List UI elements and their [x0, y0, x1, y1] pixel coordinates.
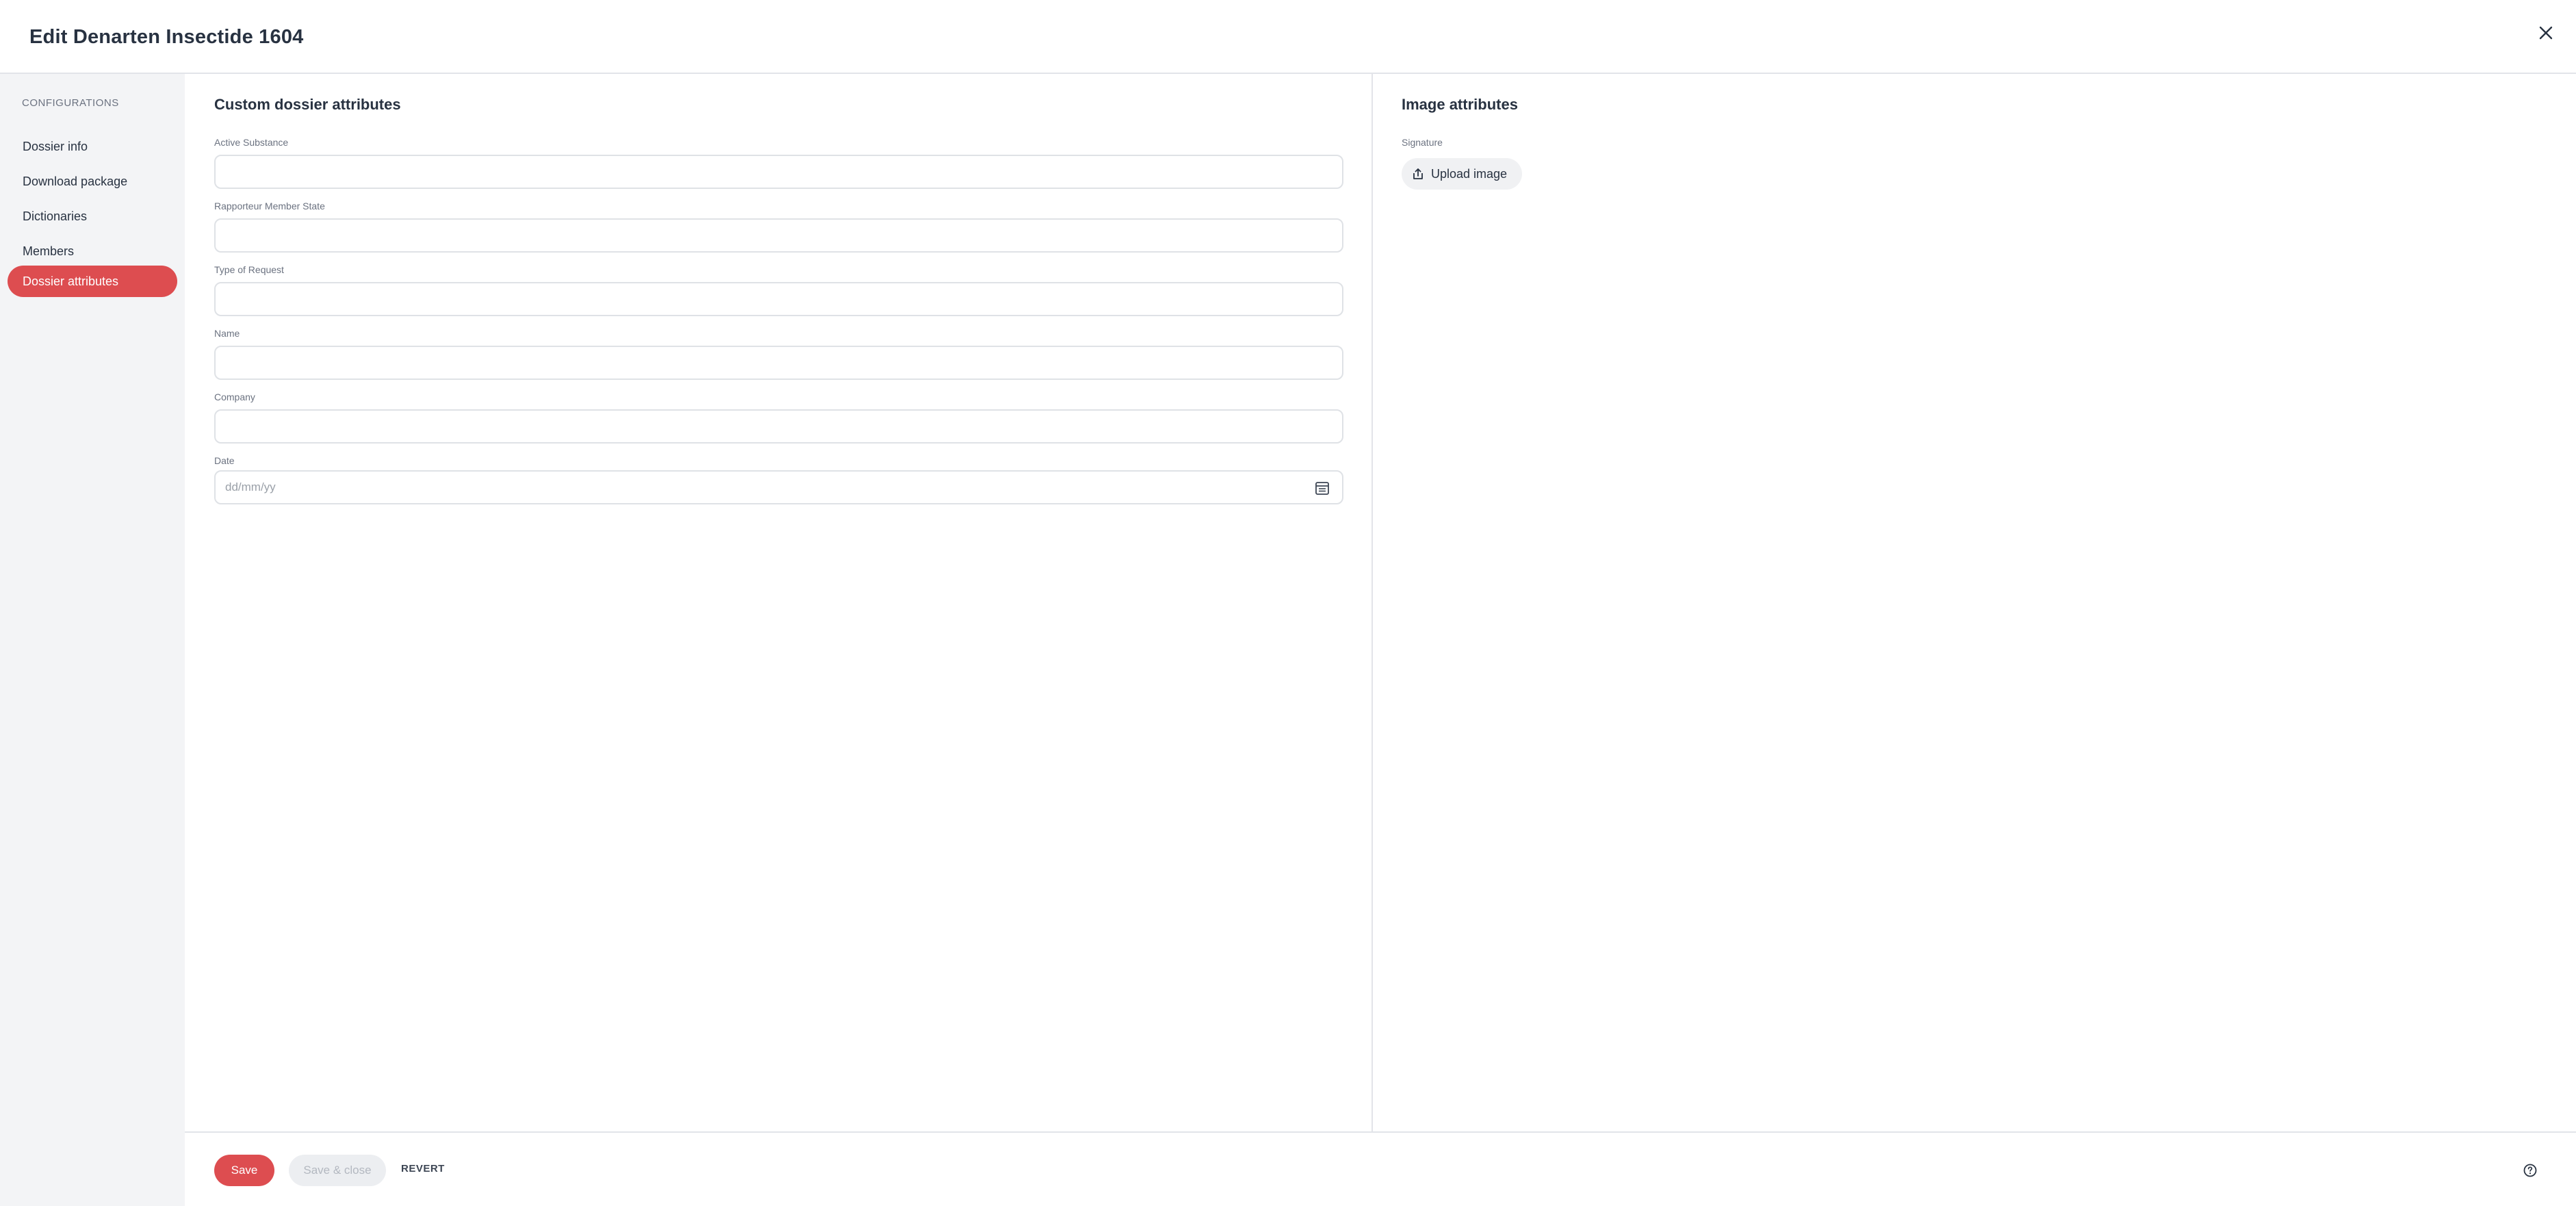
name-input[interactable] [214, 346, 1343, 380]
upload-image-label: Upload image [1431, 166, 1508, 181]
close-button[interactable] [2532, 19, 2560, 47]
sidebar-item-label: Members [23, 244, 75, 258]
active-substance-input[interactable] [214, 155, 1343, 189]
section-title: Custom dossier attributes [214, 96, 401, 113]
company-input[interactable] [214, 409, 1343, 444]
sidebar-item-dossier-info[interactable]: Dossier info [8, 131, 177, 162]
help-button[interactable] [2520, 1160, 2540, 1181]
signature-label: Signature [1402, 137, 1443, 148]
calendar-button[interactable] [1313, 479, 1331, 497]
sidebar-item-label: Dossier info [23, 139, 88, 153]
section-title: Image attributes [1402, 96, 1518, 113]
sidebar-item-dictionaries[interactable]: Dictionaries [8, 201, 177, 232]
sidebar-item-members[interactable]: Members [8, 235, 177, 267]
dialog-footer: Save Save & close REVERT [185, 1131, 2576, 1206]
close-icon [2539, 26, 2553, 40]
sidebar-item-download-package[interactable]: Download package [8, 166, 177, 197]
field-label: Company [214, 392, 255, 402]
date-field [214, 470, 1343, 504]
date-input[interactable] [216, 472, 1304, 503]
field-label: Date [214, 455, 235, 466]
dialog-title: Edit Denarten Insectide 1604 [29, 26, 304, 48]
sidebar: CONFIGURATIONS Dossier info Download pac… [0, 74, 185, 1206]
sidebar-item-label: Download package [23, 174, 128, 188]
field-label: Name [214, 328, 240, 339]
image-attributes-section: Image attributes Signature Upload image [1373, 74, 2576, 1131]
help-icon [2523, 1164, 2537, 1177]
save-button[interactable]: Save [214, 1155, 274, 1186]
sidebar-item-dossier-attributes[interactable]: Dossier attributes [8, 266, 177, 297]
save-and-close-button[interactable]: Save & close [289, 1155, 386, 1186]
dialog-header: Edit Denarten Insectide 1604 [0, 0, 2576, 74]
revert-button[interactable]: REVERT [401, 1163, 445, 1175]
field-label: Rapporteur Member State [214, 201, 325, 211]
field-label: Active Substance [214, 137, 289, 148]
sidebar-item-label: Dossier attributes [23, 274, 119, 288]
sidebar-heading: CONFIGURATIONS [22, 97, 119, 109]
edit-dossier-dialog: Edit Denarten Insectide 1604 CONFIGURATI… [0, 0, 2576, 1206]
type-of-request-input[interactable] [214, 282, 1343, 316]
upload-image-button[interactable]: Upload image [1402, 158, 1522, 190]
sidebar-item-label: Dictionaries [23, 209, 88, 223]
field-label: Type of Request [214, 264, 284, 275]
upload-icon [1413, 168, 1423, 179]
custom-attributes-section: Custom dossier attributes Active Substan… [185, 74, 1373, 1131]
rapporteur-member-state-input[interactable] [214, 218, 1343, 253]
calendar-icon [1315, 482, 1329, 495]
